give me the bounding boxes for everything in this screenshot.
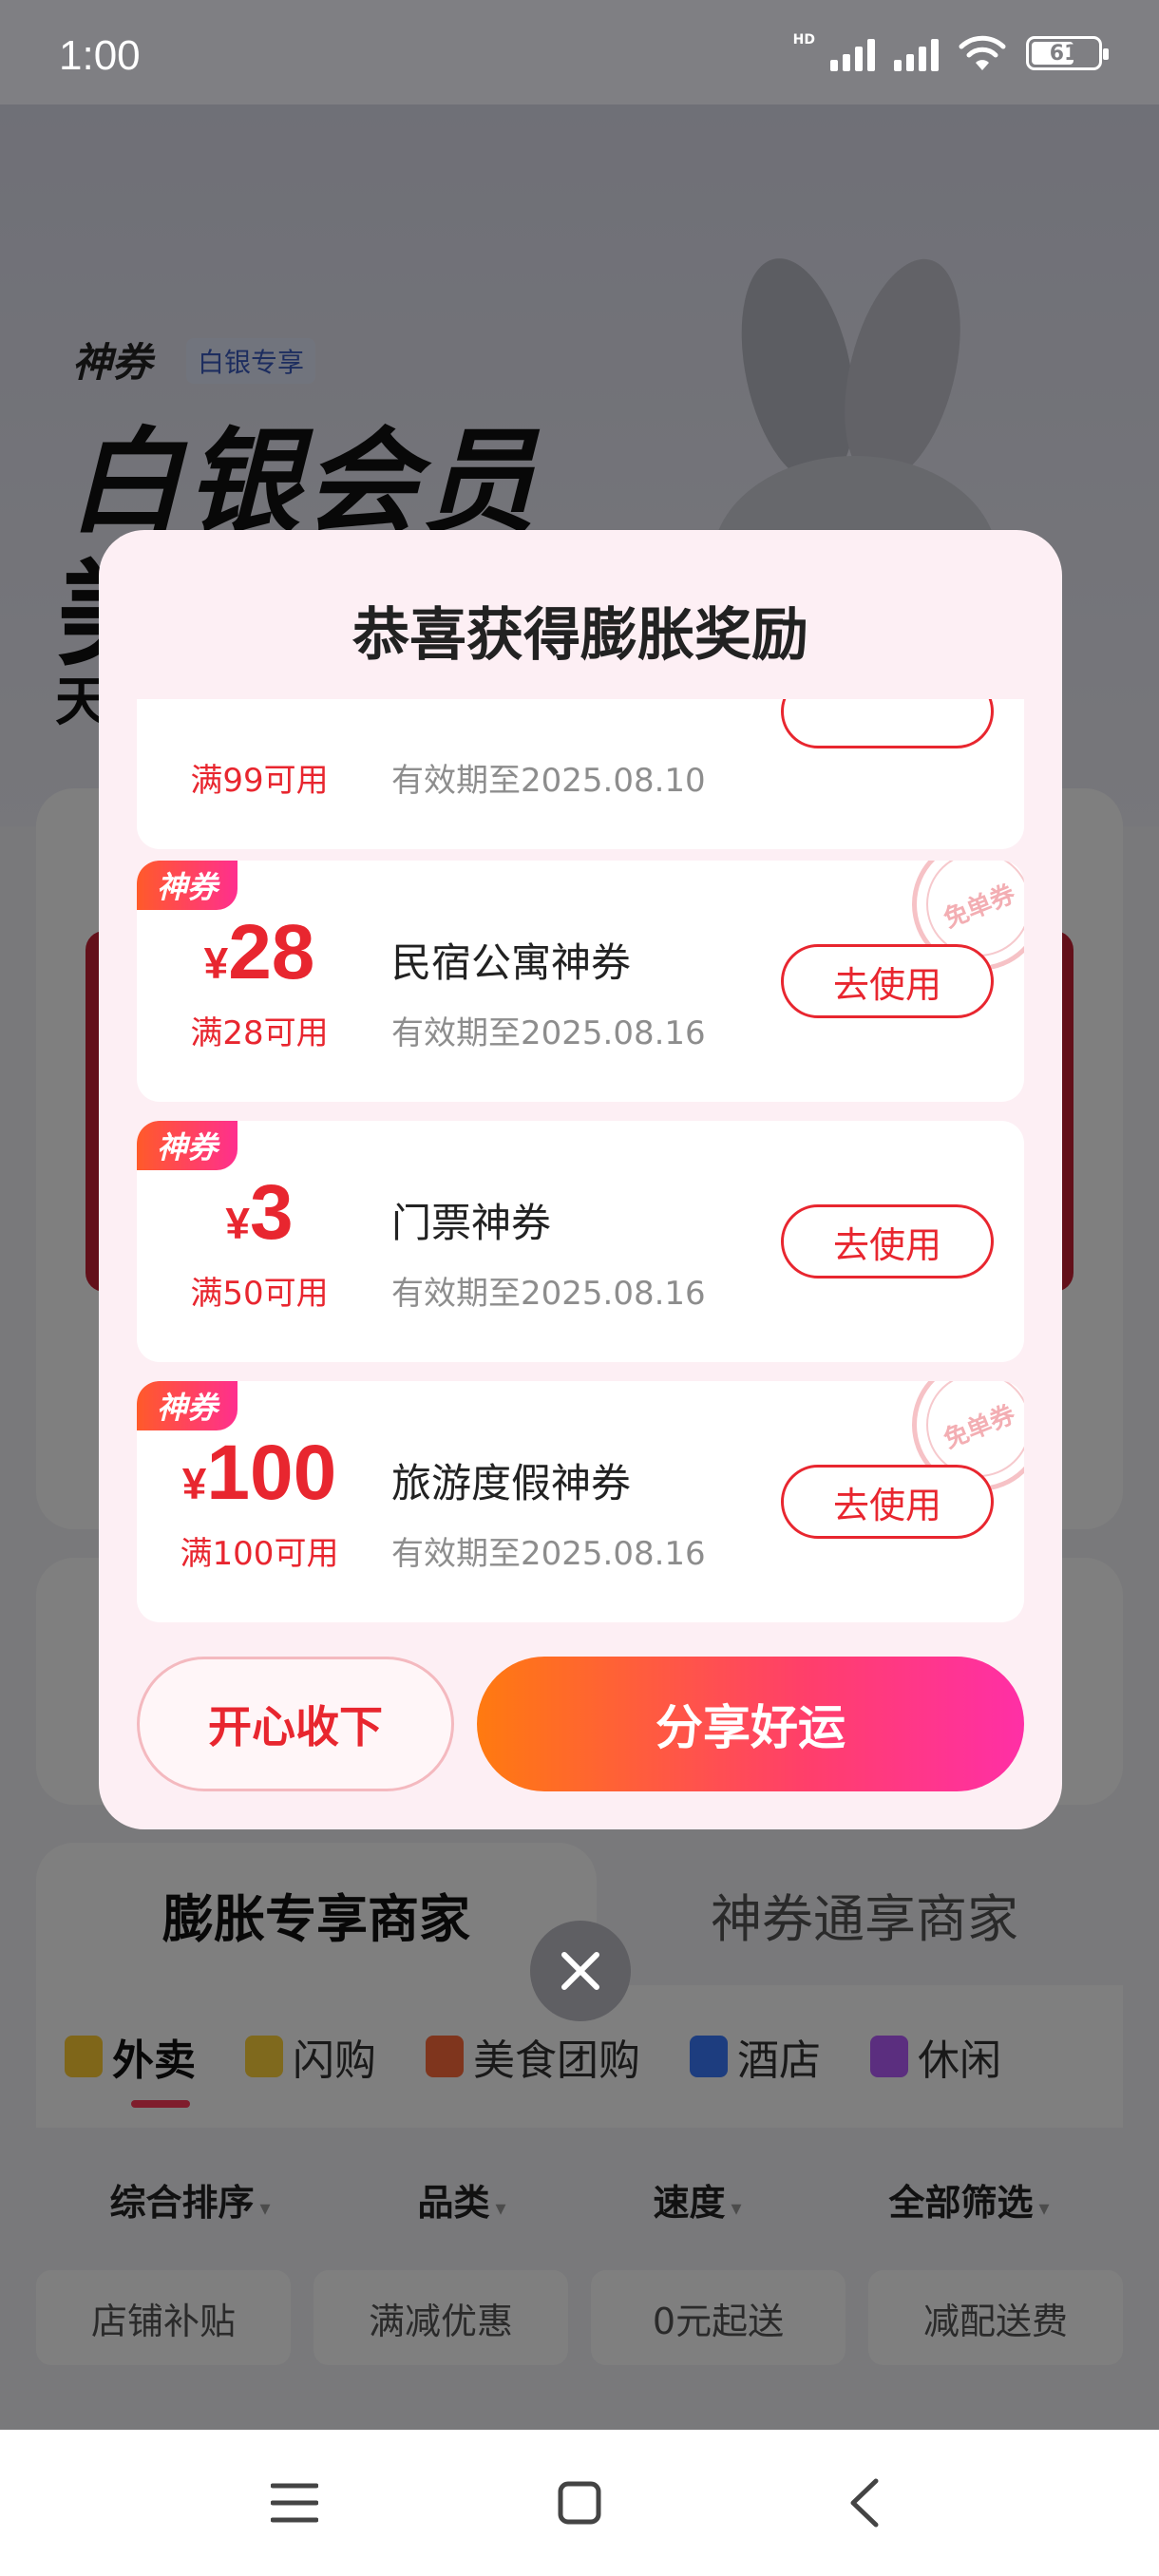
coupon-amount: ¥28 [203,909,315,995]
coupon-expiry: 有效期至2025.08.16 [391,1014,706,1052]
status-icons: HD 61 [792,32,1109,72]
status-time: 1:00 [59,32,141,79]
coupon-tag: 神券 [137,1381,238,1430]
modal-title: 恭喜获得膨胀奖励 [352,602,808,669]
coupon-expiry: 有效期至2025.08.16 [391,1535,706,1573]
coupon-name: 旅游度假神券 [391,1460,632,1506]
wifi-icon [959,35,1006,70]
battery-level: 61 [1049,41,1079,66]
coupon-tag: 神券 [137,1121,238,1170]
menu-icon [271,2483,318,2523]
coupon-card: 神券 ¥3 满50可用 门票神券 有效期至2025.08.16 去使用 [137,1121,1024,1362]
coupon-card: 神券 免单券 ¥100 满100可用 旅游度假神券 有效期至2025.08.16… [137,1381,1024,1622]
coupon-condition: 满99可用 [190,762,329,800]
coupon-name: 门票神券 [391,1200,552,1246]
back-icon [850,2478,879,2528]
use-coupon-button[interactable]: 去使用 [781,1465,994,1539]
close-icon [561,1952,599,1990]
coupon-name: 民宿公寓神券 [391,939,632,986]
navigation-bar [0,2430,1159,2576]
signal-icon-2 [894,35,939,71]
coupon-amount: ¥3 [225,1169,294,1256]
coupon-condition: 满28可用 [190,1014,329,1052]
battery-icon: 61 [1026,36,1109,70]
back-button[interactable] [836,2474,893,2531]
coupon-card: 满99可用 有效期至2025.08.10 [137,699,1024,849]
coupon-card: 神券 免单券 ¥28 满28可用 民宿公寓神券 有效期至2025.08.16 去… [137,861,1024,1102]
coupon-tag: 神券 [137,861,238,910]
signal-icon [830,35,875,71]
coupon-list[interactable]: 满99可用 有效期至2025.08.10 神券 免单券 ¥28 满28可用 民宿… [137,699,1024,1649]
use-coupon-button[interactable] [781,699,994,748]
use-coupon-button[interactable]: 去使用 [781,944,994,1018]
coupon-expiry: 有效期至2025.08.16 [391,1275,706,1313]
menu-button[interactable] [266,2474,323,2531]
close-button[interactable] [530,1921,631,2021]
coupon-expiry: 有效期至2025.08.10 [391,762,706,800]
coupon-condition: 满50可用 [190,1275,329,1313]
reward-modal: 恭喜获得膨胀奖励 满99可用 有效期至2025.08.10 神券 免单券 ¥28… [99,530,1062,1829]
hd-indicator: HD [792,32,815,47]
coupon-amount: ¥100 [181,1430,337,1516]
accept-button[interactable]: 开心收下 [137,1657,454,1791]
coupon-condition: 满100可用 [180,1535,339,1573]
home-icon [558,2481,601,2525]
home-button[interactable] [551,2474,608,2531]
share-button[interactable]: 分享好运 [477,1657,1024,1791]
status-bar: 1:00 HD 61 [0,0,1159,104]
use-coupon-button[interactable]: 去使用 [781,1204,994,1279]
